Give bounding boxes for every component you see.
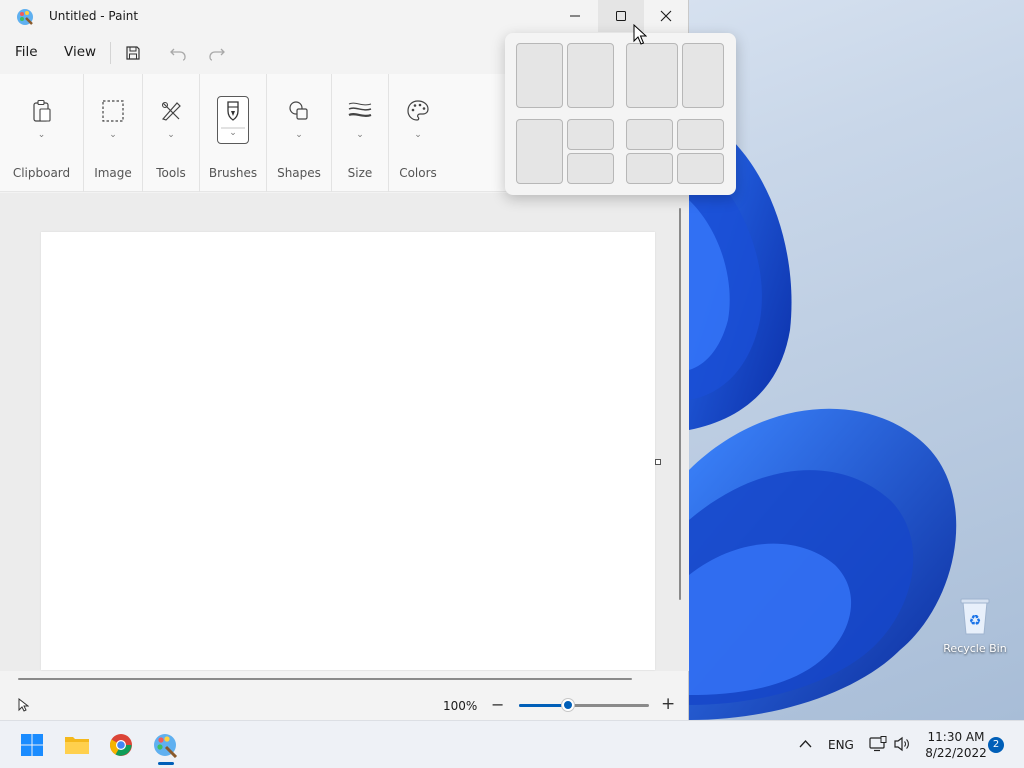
menu-file[interactable]: File bbox=[15, 44, 38, 60]
recycle-bin-label: Recycle Bin bbox=[943, 642, 1007, 655]
snap-layout-2-left[interactable] bbox=[626, 43, 678, 108]
horizontal-scrollbar[interactable] bbox=[18, 678, 632, 680]
snap-layout-1-right[interactable] bbox=[567, 43, 614, 108]
ribbon-group-size[interactable]: ⌄ Size bbox=[332, 74, 389, 192]
undo-icon bbox=[170, 48, 186, 61]
menu-view[interactable]: View bbox=[64, 44, 96, 60]
window-title: Untitled - Paint bbox=[49, 9, 139, 23]
chevron-down-icon: ⌄ bbox=[167, 130, 175, 140]
ribbon-label-shapes: Shapes bbox=[277, 166, 321, 180]
chevron-up-icon[interactable] bbox=[799, 739, 812, 749]
tools-icon bbox=[158, 98, 184, 124]
drawing-canvas[interactable] bbox=[41, 232, 655, 670]
select-icon bbox=[100, 98, 126, 124]
chevron-down-icon: ⌄ bbox=[109, 130, 117, 140]
clock-time: 11:30 AM bbox=[927, 730, 985, 744]
snap-layout-3-left[interactable] bbox=[516, 119, 563, 184]
svg-text:♻: ♻ bbox=[969, 613, 982, 629]
volume-icon[interactable] bbox=[893, 736, 911, 752]
ribbon-group-tools[interactable]: ⌄ Tools bbox=[143, 74, 200, 192]
chevron-down-icon: ⌄ bbox=[356, 130, 364, 140]
paint-taskbar-button[interactable] bbox=[150, 729, 182, 761]
canvas-area bbox=[0, 193, 689, 680]
zoom-slider-thumb[interactable] bbox=[562, 699, 575, 711]
mouse-cursor-icon bbox=[633, 24, 647, 45]
file-explorer-button[interactable] bbox=[61, 729, 93, 761]
zoom-slider-fill bbox=[519, 704, 569, 707]
chrome-icon bbox=[110, 734, 132, 756]
size-icon bbox=[347, 98, 373, 124]
snap-layout-4-top-left[interactable] bbox=[626, 119, 673, 150]
ribbon-group-clipboard[interactable]: ⌄ Clipboard bbox=[0, 74, 84, 192]
title-bar[interactable]: Untitled - Paint bbox=[0, 0, 689, 32]
ribbon-group-brushes[interactable]: ⌄ Brushes bbox=[200, 74, 267, 192]
status-bar: 100% − + bbox=[0, 690, 689, 720]
zoom-percent: 100% bbox=[443, 699, 478, 713]
ribbon-label-tools: Tools bbox=[156, 166, 186, 180]
clipboard-icon bbox=[29, 98, 55, 124]
network-icon[interactable] bbox=[869, 736, 887, 752]
snap-layout-1-left[interactable] bbox=[516, 43, 563, 108]
undo-button[interactable] bbox=[167, 42, 189, 64]
windows-logo-icon bbox=[21, 734, 43, 756]
snap-layout-3-top-right[interactable] bbox=[567, 119, 614, 150]
redo-button[interactable] bbox=[206, 42, 228, 64]
snap-layout-3-bottom-right[interactable] bbox=[567, 153, 614, 184]
chevron-down-icon: ⌄ bbox=[414, 130, 422, 140]
notification-badge[interactable]: 2 bbox=[988, 737, 1004, 753]
save-icon bbox=[126, 46, 140, 60]
snap-layout-4-bottom-right[interactable] bbox=[677, 153, 724, 184]
zoom-in-button[interactable]: + bbox=[661, 694, 675, 714]
clock[interactable]: 11:30 AM 8/22/2022 bbox=[918, 729, 994, 761]
snap-layout-4-top-right[interactable] bbox=[677, 119, 724, 150]
ribbon-label-colors: Colors bbox=[399, 166, 437, 180]
ribbon-label-clipboard: Clipboard bbox=[12, 166, 71, 180]
paint-icon bbox=[154, 734, 178, 758]
minimize-button[interactable] bbox=[552, 0, 598, 32]
vertical-scrollbar[interactable] bbox=[679, 208, 681, 600]
pointer-icon bbox=[18, 698, 29, 712]
close-button[interactable] bbox=[643, 0, 689, 32]
snap-layouts-flyout bbox=[505, 33, 736, 195]
chrome-button[interactable] bbox=[105, 729, 137, 761]
ribbon-group-shapes[interactable]: ⌄ Shapes bbox=[267, 74, 332, 192]
snap-layout-4-bottom-left[interactable] bbox=[626, 153, 673, 184]
close-icon bbox=[660, 10, 672, 22]
ribbon-group-image[interactable]: ⌄ Image bbox=[84, 74, 143, 192]
brushes-button[interactable]: ⌄ bbox=[217, 96, 249, 144]
start-button[interactable] bbox=[16, 729, 48, 761]
palette-icon bbox=[405, 98, 431, 124]
active-app-indicator bbox=[158, 762, 174, 765]
chevron-down-icon: ⌄ bbox=[295, 130, 303, 140]
ribbon-label-size: Size bbox=[347, 166, 373, 180]
snap-layout-2-right[interactable] bbox=[682, 43, 724, 108]
recycle-bin[interactable]: ♻ Recycle Bin bbox=[942, 596, 1008, 655]
paint-app-icon bbox=[16, 8, 34, 26]
taskbar: ENG 11:30 AM 8/22/2022 2 bbox=[0, 720, 1024, 768]
ribbon-group-colors[interactable]: ⌄ Colors bbox=[389, 74, 447, 192]
minimize-icon bbox=[570, 15, 580, 17]
zoom-out-button[interactable]: − bbox=[491, 695, 504, 714]
ribbon-label-image: Image bbox=[94, 166, 132, 180]
menu-separator bbox=[110, 42, 111, 64]
folder-icon bbox=[65, 737, 89, 754]
shapes-icon bbox=[286, 98, 312, 124]
maximize-icon bbox=[616, 11, 626, 21]
clock-date: 8/22/2022 bbox=[925, 746, 987, 760]
canvas-resize-handle[interactable] bbox=[655, 459, 661, 465]
ribbon-label-brushes: Brushes bbox=[208, 166, 258, 180]
redo-icon bbox=[209, 48, 225, 61]
language-indicator[interactable]: ENG bbox=[828, 738, 854, 752]
zoom-slider[interactable] bbox=[519, 699, 649, 711]
chevron-down-icon: ⌄ bbox=[37, 130, 46, 140]
chevron-down-icon: ⌄ bbox=[229, 128, 237, 138]
recycle-bin-icon: ♻ bbox=[957, 596, 993, 636]
save-button[interactable] bbox=[122, 42, 144, 64]
